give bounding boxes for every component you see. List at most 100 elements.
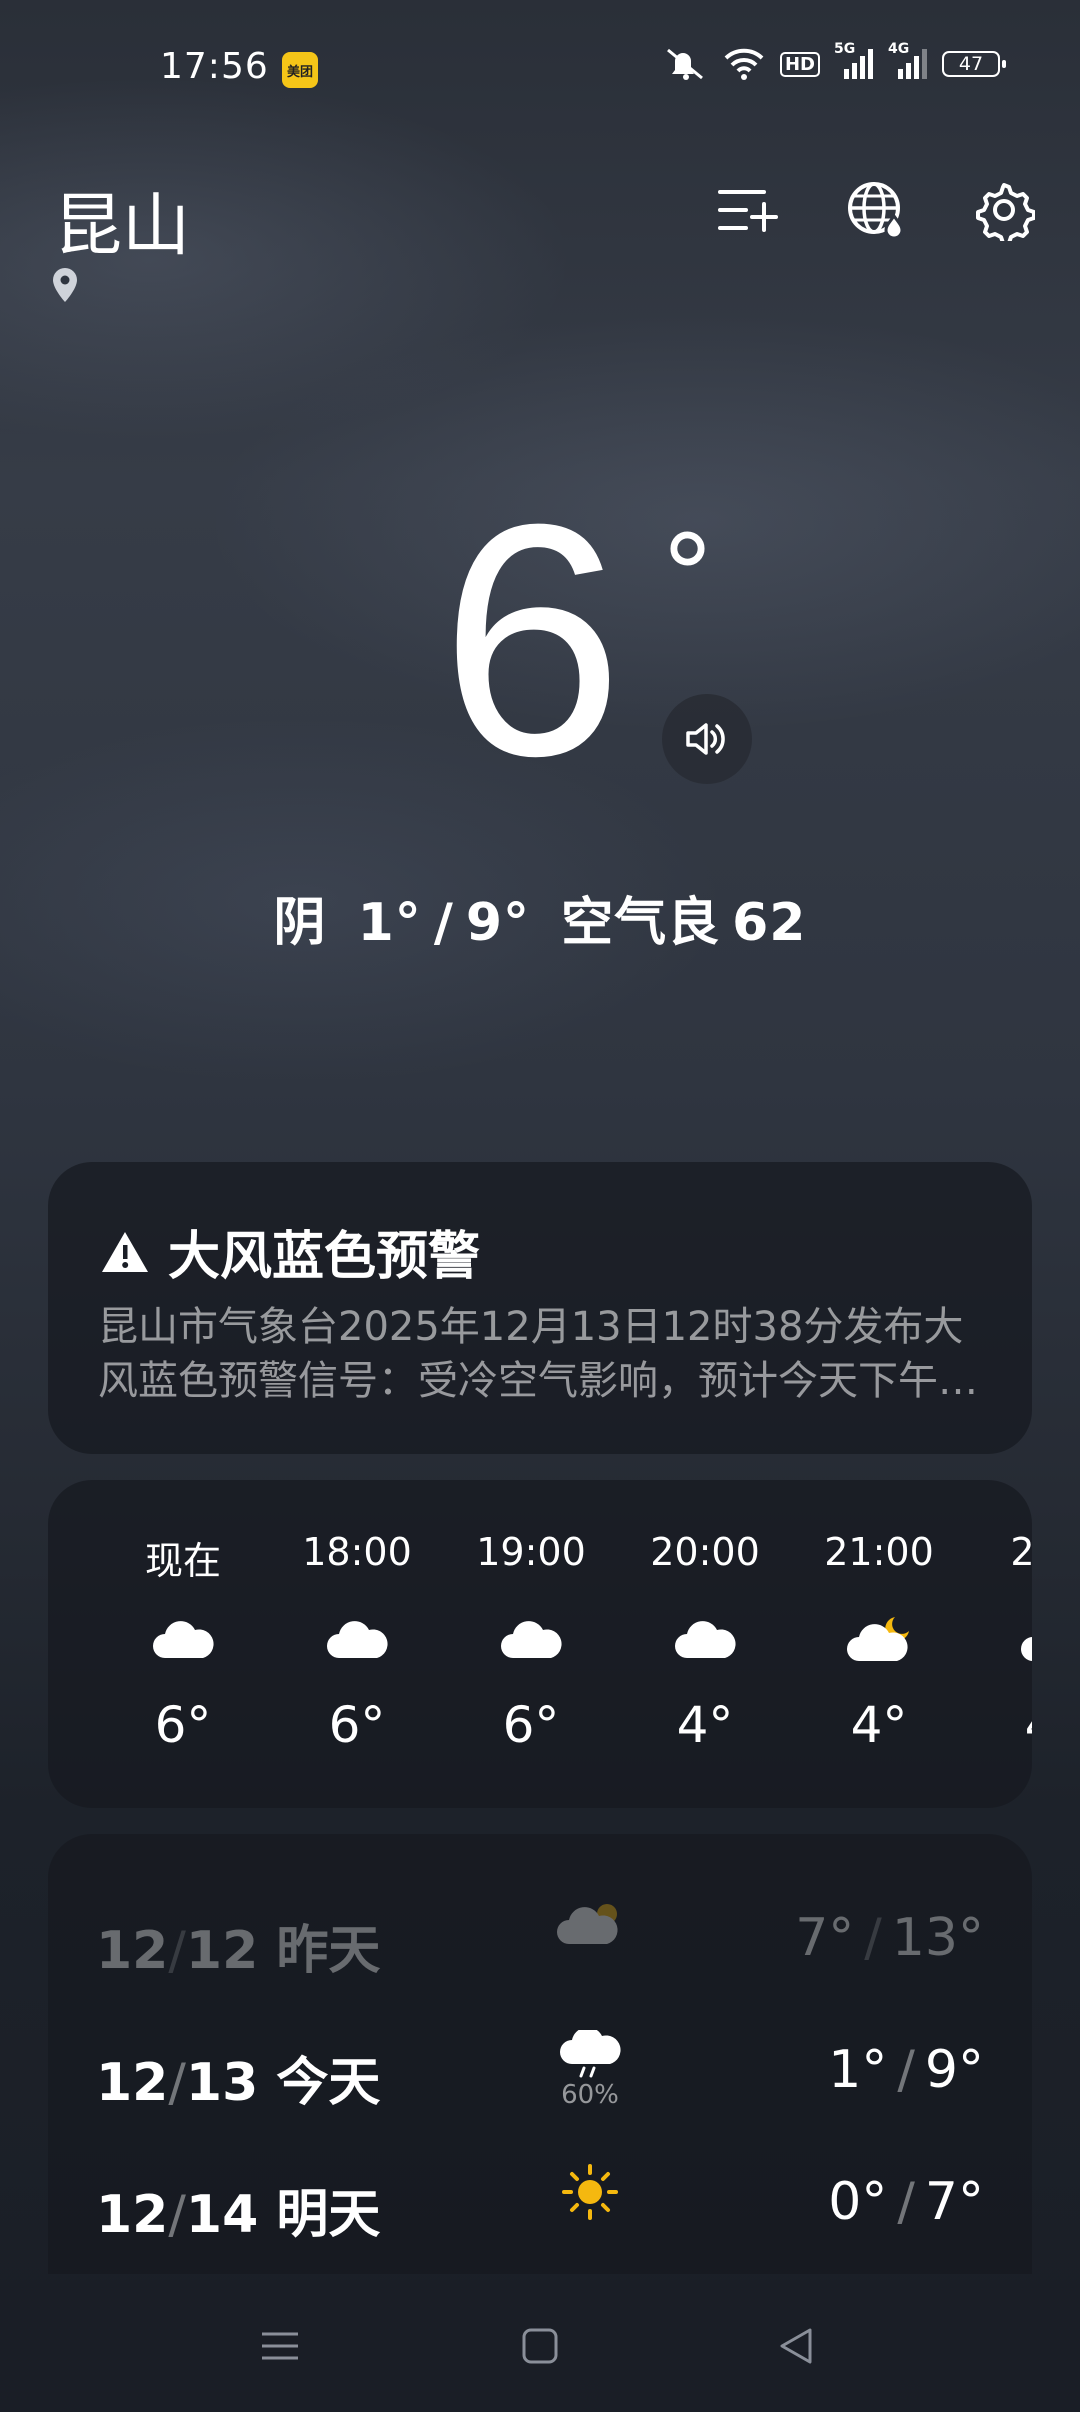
daily-date: 12/12 昨天 — [96, 1908, 380, 1983]
range-slash: / — [897, 2172, 915, 2232]
system-nav-bar — [0, 2280, 1080, 2412]
daily-forecast-card[interactable]: 12/12 昨天 7°/13° 12/13 今天 60% 1°/9° 12/14 明天 0°… — [48, 1834, 1032, 2274]
weather-summary: 阴 1°/9° 空气良 62 — [0, 880, 1080, 955]
hourly-item[interactable]: 22:0 4° — [966, 1530, 1032, 1754]
signal-4g-icon: 4G — [888, 41, 928, 81]
daily-low: 0° — [828, 2172, 888, 2232]
home-square-icon — [522, 2328, 558, 2364]
location-pin-icon — [50, 266, 80, 308]
voice-broadcast-button[interactable] — [662, 694, 752, 784]
cloud-icon — [151, 1612, 215, 1668]
daily-high: 9° — [924, 2040, 984, 2100]
speaker-icon — [686, 723, 725, 755]
city-name[interactable]: 昆山 — [54, 170, 190, 269]
hourly-time: 现在 — [144, 1539, 221, 1583]
range-slash: / — [897, 2040, 915, 2100]
daily-month: 12 — [96, 2185, 169, 2245]
daily-temp-range: 7°/13° — [795, 1908, 984, 1968]
hd-icon: HD — [779, 51, 820, 77]
date-slash: / — [168, 1921, 186, 1981]
hourly-item[interactable]: 21:00 4° — [792, 1530, 966, 1754]
daily-weather-icon — [548, 2162, 632, 2246]
daily-temp-range: 0°/7° — [828, 2172, 984, 2232]
hourly-time: 22:0 — [1010, 1530, 1032, 1574]
hourly-time: 18:00 — [302, 1530, 412, 1574]
aqi-label[interactable]: 空气良 — [561, 893, 720, 953]
hourly-forecast-list[interactable]: 现在 6° 18:00 6° 19:00 6° 20:00 4° 21:00 4° 22:0 4° — [48, 1530, 1032, 1754]
daily-day: 12 — [185, 1921, 259, 1981]
city-list-button[interactable] — [708, 170, 788, 250]
header-actions — [708, 170, 1044, 250]
daily-temp-range: 1°/9° — [828, 2040, 984, 2100]
menu-icon — [262, 2332, 298, 2360]
daily-month: 12 — [96, 2053, 169, 2113]
daily-label: 今天 — [276, 2053, 381, 2113]
cloud-icon — [499, 1612, 563, 1668]
daily-high: 13° — [891, 1908, 984, 1968]
meituan-app-icon: 美团 — [282, 52, 318, 88]
daily-precip: 60% — [561, 2080, 619, 2110]
daily-row[interactable]: 12/13 今天 60% 1°/9° — [48, 2012, 1032, 2122]
daily-weather-icon — [548, 1898, 632, 1982]
cloud-icon — [673, 1612, 737, 1668]
daily-low: 1° — [828, 2040, 888, 2100]
back-triangle-icon — [780, 2328, 812, 2364]
hourly-temp: 6° — [154, 1696, 212, 1754]
range-slash: / — [864, 1908, 882, 1968]
daily-high: 7° — [924, 2172, 984, 2232]
hourly-time: 21:00 — [824, 1530, 934, 1574]
cloud-moon-icon — [1019, 1612, 1032, 1668]
condition-text: 阴 — [273, 893, 327, 953]
globe-button[interactable] — [836, 170, 916, 250]
home-nav-button[interactable] — [510, 2316, 570, 2376]
status-bar: 17:56 美团 HD 5G 4G 47 — [0, 0, 1080, 140]
hourly-time: 19:00 — [476, 1530, 586, 1574]
hourly-temp: 4° — [1025, 1696, 1032, 1754]
hourly-temp: 6° — [502, 1696, 560, 1754]
rain-cloud-icon — [558, 2027, 622, 2084]
hourly-temp: 4° — [676, 1696, 734, 1754]
hourly-item[interactable]: 19:00 6° — [444, 1530, 618, 1754]
date-slash: / — [168, 2053, 186, 2113]
hourly-item[interactable]: 18:00 6° — [270, 1530, 444, 1754]
status-time: 17:56 — [160, 46, 269, 87]
cloud-moon-icon — [845, 1612, 913, 1668]
hourly-time: 20:00 — [650, 1530, 760, 1574]
back-nav-button[interactable] — [766, 2316, 826, 2376]
daily-date: 12/14 明天 — [96, 2172, 380, 2247]
alert-title: 大风蓝色预警 — [100, 1214, 480, 1289]
alert-description: 昆山市气象台2025年12月13日12时38分发布大风蓝色预警信号：受冷空气影响… — [98, 1304, 978, 1404]
alert-title-text: 大风蓝色预警 — [168, 1227, 481, 1287]
daily-day: 13 — [185, 2053, 259, 2113]
hourly-forecast-card[interactable]: 现在 6° 18:00 6° 19:00 6° 20:00 4° 21:00 4° 22:0 4° — [48, 1480, 1032, 1808]
hourly-item[interactable]: 20:00 4° — [618, 1530, 792, 1754]
hourly-temp: 6° — [328, 1696, 386, 1754]
current-temperature-area: 6 ° — [0, 455, 1080, 824]
daily-month: 12 — [96, 1921, 169, 1981]
aqi-value[interactable]: 62 — [732, 893, 806, 953]
daily-row[interactable]: 12/14 明天 0°/7° — [48, 2144, 1032, 2254]
battery-indicator: 47 — [942, 51, 1006, 77]
settings-button[interactable] — [964, 170, 1044, 250]
daily-weather-icon: 60% — [548, 2027, 632, 2114]
daily-day: 14 — [185, 2185, 259, 2245]
daily-low: 7° — [795, 1908, 855, 1968]
hourly-item[interactable]: 现在 6° — [96, 1530, 270, 1754]
wifi-icon — [722, 46, 766, 82]
daily-label: 昨天 — [276, 1921, 381, 1981]
daily-row[interactable]: 12/12 昨天 7°/13° — [48, 1880, 1032, 1990]
current-temperature: 6 — [440, 455, 624, 824]
cloud-sun-icon — [555, 1898, 625, 1952]
gear-icon — [976, 183, 1035, 241]
sun-icon — [560, 2162, 620, 2226]
daily-label: 明天 — [276, 2185, 381, 2245]
range-separator: / — [433, 893, 454, 953]
low-temp: 1° — [357, 893, 422, 953]
weather-alert-card[interactable]: 大风蓝色预警 昆山市气象台2025年12月13日12时38分发布大风蓝色预警信号… — [48, 1162, 1032, 1454]
globe-icon — [848, 182, 904, 240]
signal-5g-icon: 5G — [834, 41, 874, 81]
degree-symbol: ° — [660, 511, 715, 639]
cloud-icon — [325, 1612, 389, 1668]
warning-icon — [102, 1231, 148, 1272]
menu-nav-button[interactable] — [250, 2316, 310, 2376]
